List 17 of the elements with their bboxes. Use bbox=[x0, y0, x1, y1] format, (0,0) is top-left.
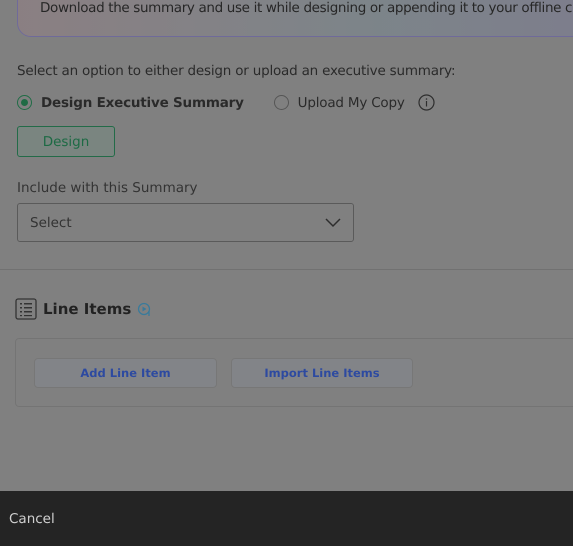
line-item-button[interactable]: Add Line Item bbox=[34, 358, 217, 388]
radio-label[interactable]: Design Executive Summary bbox=[41, 94, 244, 110]
select-dropdown[interactable]: Select bbox=[17, 203, 354, 242]
chevron-down-icon bbox=[325, 218, 341, 228]
radio-button[interactable] bbox=[274, 95, 289, 110]
design-button[interactable]: Design bbox=[17, 126, 115, 157]
line-item-button[interactable]: Import Line Items bbox=[231, 358, 413, 388]
radio-button[interactable] bbox=[17, 95, 32, 110]
info-icon[interactable] bbox=[418, 94, 435, 111]
field-label: Include with this Summary bbox=[17, 180, 199, 196]
cancel-button[interactable]: Cancel bbox=[9, 510, 55, 526]
banner-text: Download the summary and use it while designing or appending it to your offline c bbox=[40, 0, 572, 16]
play-video-icon[interactable] bbox=[137, 302, 152, 316]
summary-prompt: Select an option to either design or upload an executive summary: bbox=[17, 63, 456, 79]
radio-label[interactable]: Upload My Copy bbox=[298, 94, 405, 110]
section-title: Line Items bbox=[43, 300, 132, 318]
list-icon bbox=[15, 298, 37, 320]
